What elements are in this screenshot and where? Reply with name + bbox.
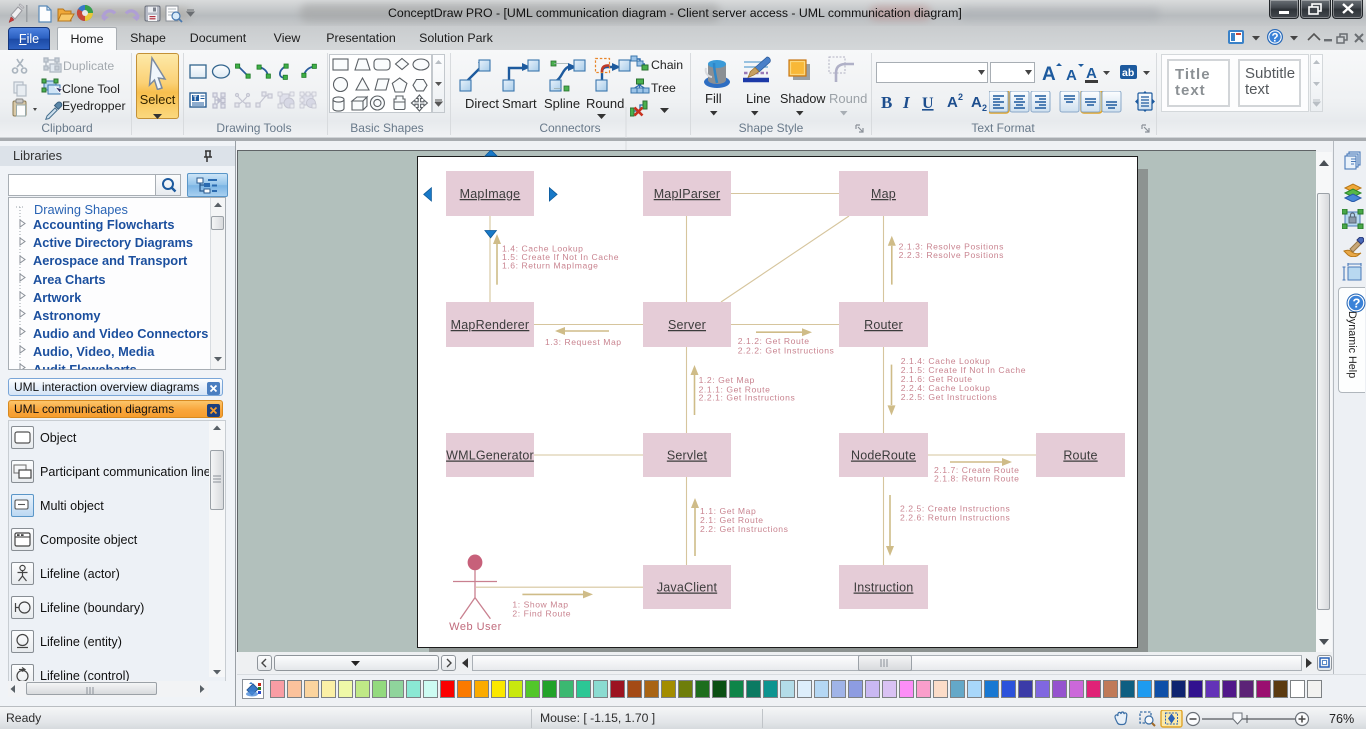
- svg-text:76%: 76%: [1329, 712, 1354, 726]
- svg-text:ab: ab: [1122, 67, 1134, 79]
- svg-text:Line: Line: [746, 91, 771, 106]
- svg-text:I: I: [902, 93, 911, 112]
- svg-text:Web User: Web User: [449, 621, 502, 633]
- svg-text:Shadow: Shadow: [780, 92, 826, 106]
- svg-text:JavaClient: JavaClient: [657, 581, 718, 595]
- svg-text:2: Find Route: 2: Find Route: [512, 609, 571, 619]
- svg-text:NodeRoute: NodeRoute: [851, 449, 916, 463]
- svg-text:2.2.2: Get Instructions: 2.2.2: Get Instructions: [738, 346, 835, 356]
- svg-text:U: U: [922, 95, 934, 112]
- svg-text:Fill: Fill: [705, 91, 722, 106]
- svg-text:Server: Server: [668, 318, 706, 332]
- svg-text:WMLGenerator: WMLGenerator: [446, 449, 534, 463]
- svg-text:2: 2: [958, 92, 963, 102]
- svg-text:A: A: [971, 94, 982, 111]
- svg-text:Servlet: Servlet: [667, 449, 708, 463]
- svg-text:Smart: Smart: [502, 96, 537, 111]
- svg-text:Router: Router: [864, 318, 903, 332]
- svg-text:1.6: Return MapImage: 1.6: Return MapImage: [502, 261, 599, 271]
- svg-text:2.2.6: Return Instructions: 2.2.6: Return Instructions: [900, 513, 1010, 523]
- svg-text:2.1.2: Get Route: 2.1.2: Get Route: [738, 336, 810, 346]
- svg-text:B: B: [881, 93, 892, 112]
- svg-text:T: T: [193, 96, 198, 103]
- svg-text:?: ?: [1353, 296, 1361, 311]
- svg-text:MapRenderer: MapRenderer: [451, 318, 530, 332]
- svg-text:Instruction: Instruction: [854, 581, 914, 595]
- svg-text:Direct: Direct: [465, 96, 499, 111]
- svg-text:?: ?: [1272, 33, 1279, 45]
- svg-text:2: 2: [982, 103, 987, 113]
- svg-text:A: A: [947, 94, 958, 111]
- svg-text:A: A: [1042, 64, 1056, 85]
- svg-text:Round: Round: [586, 96, 624, 111]
- svg-text:A: A: [1066, 67, 1077, 84]
- svg-text:Route: Route: [1063, 449, 1097, 463]
- svg-text:Round: Round: [829, 91, 867, 106]
- svg-text:MapIParser: MapIParser: [654, 187, 721, 201]
- svg-text:Spline: Spline: [544, 96, 580, 111]
- svg-text:MapImage: MapImage: [460, 187, 521, 201]
- svg-text:2.2.3: Resolve Positions: 2.2.3: Resolve Positions: [899, 250, 1004, 260]
- svg-text:2.2.1: Get Instructions: 2.2.1: Get Instructions: [699, 393, 796, 403]
- svg-text:A: A: [1086, 65, 1097, 82]
- svg-text:2.2.5: Get Instructions: 2.2.5: Get Instructions: [901, 392, 998, 402]
- svg-text:2.2: Get Instructions: 2.2: Get Instructions: [700, 524, 788, 534]
- svg-text:1.3: Request Map: 1.3: Request Map: [545, 337, 622, 347]
- svg-text:2.1.8: Return Route: 2.1.8: Return Route: [934, 474, 1019, 484]
- svg-text:Map: Map: [871, 187, 896, 201]
